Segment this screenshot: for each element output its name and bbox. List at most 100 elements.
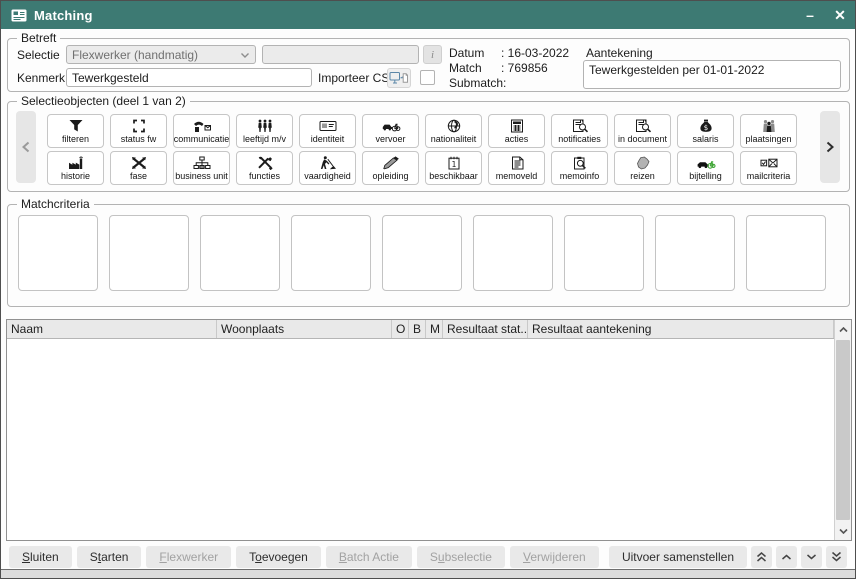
- window-title: Matching: [34, 8, 93, 23]
- previous-page-button[interactable]: [16, 111, 36, 183]
- column-header-resultaat-stat-[interactable]: Resultaat stat...: [443, 320, 528, 338]
- selectieobject-business-unit[interactable]: business unit: [173, 151, 230, 185]
- scroll-up-icon: [839, 327, 848, 333]
- selectieobject-label: communicatie: [174, 134, 230, 144]
- close-button[interactable]: ✕: [825, 1, 855, 29]
- next-page-button[interactable]: [820, 111, 840, 183]
- matchcriteria-slot-1[interactable]: [18, 215, 98, 291]
- column-header-naam[interactable]: Naam: [7, 320, 217, 338]
- org-chart-icon: [192, 156, 212, 170]
- column-header-resultaat-aantekening[interactable]: Resultaat aantekening: [528, 320, 834, 338]
- minimize-button[interactable]: –: [795, 1, 825, 29]
- selectieobject-plaatsingen[interactable]: plaatsingen: [740, 114, 797, 148]
- selectieobject-memoinfo[interactable]: memoinfo: [551, 151, 608, 185]
- scrollbar-thumb[interactable]: [836, 340, 850, 520]
- vertical-scrollbar[interactable]: [834, 320, 851, 540]
- aantekening-input[interactable]: Tewerkgestelden per 01-01-2022: [583, 60, 841, 89]
- selectieobject-nationaliteit[interactable]: nationaliteit: [425, 114, 482, 148]
- chevron-down-button[interactable]: [801, 546, 822, 568]
- selectieobject-filteren[interactable]: filteren: [47, 114, 104, 148]
- selectieobject-memoveld[interactable]: memoveld: [488, 151, 545, 185]
- selectieobject-label: leeftijd m/v: [243, 134, 286, 144]
- chevron-up-button[interactable]: [776, 546, 797, 568]
- selectie-extra-input[interactable]: [262, 45, 419, 64]
- importeer-csv-button[interactable]: [387, 68, 411, 88]
- betreft-legend: Betreft: [17, 31, 60, 45]
- double-chevron-down-button[interactable]: [826, 546, 847, 568]
- sluiten-button[interactable]: Sluiten: [9, 546, 72, 568]
- verwijderen-button[interactable]: Verwijderen: [510, 546, 599, 568]
- car-bike-outline-icon: [381, 119, 401, 133]
- selectieobject-vaardigheid[interactable]: vaardigheid: [299, 151, 356, 185]
- document-search-icon: [633, 119, 653, 133]
- double-chevron-up-button[interactable]: [751, 546, 772, 568]
- selectieobject-notificaties[interactable]: notificaties: [551, 114, 608, 148]
- flexwerker-button[interactable]: Flexwerker: [146, 546, 231, 568]
- selectieobject-salaris[interactable]: $salaris: [677, 114, 734, 148]
- selectieobject-label: reizen: [630, 171, 655, 181]
- matchcriteria-slot-4[interactable]: [291, 215, 371, 291]
- submatch-label: Submatch:: [449, 76, 506, 90]
- selectieobject-historie[interactable]: historie: [47, 151, 104, 185]
- matchcriteria-legend: Matchcriteria: [17, 197, 94, 211]
- matchcriteria-slot-6[interactable]: [473, 215, 553, 291]
- matchcriteria-slots: [18, 215, 826, 291]
- selectieobject-label: fase: [130, 171, 147, 181]
- selectieobject-label: mailcriteria: [747, 171, 791, 181]
- kenmerk-input[interactable]: [66, 68, 312, 87]
- match-label: Match: [449, 61, 482, 75]
- matchcriteria-slot-2[interactable]: [109, 215, 189, 291]
- selectieobject-mailcriteria[interactable]: mailcriteria: [740, 151, 797, 185]
- scroll-down-button[interactable]: [835, 521, 851, 540]
- selectieobject-fase[interactable]: fase: [110, 151, 167, 185]
- importeer-csv-checkbox[interactable]: [420, 70, 435, 85]
- subselectie-button[interactable]: Subselectie: [417, 546, 505, 568]
- selectieobject-identiteit[interactable]: identiteit: [299, 114, 356, 148]
- matchcriteria-slot-8[interactable]: [655, 215, 735, 291]
- selectieobject-opleiding[interactable]: opleiding: [362, 151, 419, 185]
- column-header-o[interactable]: O: [392, 320, 409, 338]
- calendar-icon: 1: [444, 156, 464, 170]
- selectieobject-label: salaris: [692, 134, 718, 144]
- selectieobject-vervoer[interactable]: vervoer: [362, 114, 419, 148]
- chevron-right-icon: [824, 140, 836, 154]
- matchcriteria-slot-7[interactable]: [564, 215, 644, 291]
- uitvoer-samenstellen-button[interactable]: Uitvoer samenstellen: [609, 546, 747, 568]
- selectieobject-label: vaardigheid: [304, 171, 351, 181]
- starten-button[interactable]: Starten: [77, 546, 142, 568]
- selectieobject-label: nationaliteit: [431, 134, 477, 144]
- selectieobject-communicatie[interactable]: communicatie: [173, 114, 230, 148]
- chevron-left-icon: [20, 140, 32, 154]
- scroll-up-button[interactable]: [835, 320, 851, 339]
- move-buttons: [751, 546, 847, 568]
- info-button[interactable]: i: [423, 45, 442, 64]
- selectieobject-beschikbaar[interactable]: 1beschikbaar: [425, 151, 482, 185]
- matchcriteria-slot-5[interactable]: [382, 215, 462, 291]
- people-group-icon: [759, 119, 779, 133]
- selectieobject-label: opleiding: [372, 171, 408, 181]
- matchcriteria-slot-3[interactable]: [200, 215, 280, 291]
- match-value: : 769856: [501, 61, 548, 75]
- selectieobject-bijtelling[interactable]: bijtelling: [677, 151, 734, 185]
- selectieobject-reizen[interactable]: reizen: [614, 151, 671, 185]
- batch-actie-button[interactable]: Batch Actie: [326, 546, 412, 568]
- column-header-woonplaats[interactable]: Woonplaats: [217, 320, 392, 338]
- phone-mail-icon: [192, 119, 212, 133]
- results-table: NaamWoonplaatsOBMResultaat stat...Result…: [6, 319, 852, 541]
- worker-icon: [318, 156, 338, 170]
- selectieobject-acties[interactable]: acties: [488, 114, 545, 148]
- column-header-m[interactable]: M: [426, 320, 443, 338]
- matching-app-icon: [11, 9, 27, 22]
- selectieobject-functies[interactable]: functies: [236, 151, 293, 185]
- window-bottom-edge: [1, 569, 855, 579]
- table-header-row: NaamWoonplaatsOBMResultaat stat...Result…: [7, 320, 834, 339]
- selectieobject-in-document[interactable]: in document: [614, 114, 671, 148]
- selectie-dropdown[interactable]: Flexwerker (handmatig): [66, 45, 256, 64]
- column-header-b[interactable]: B: [409, 320, 426, 338]
- selectieobject-leeftijd-m-v[interactable]: leeftijd m/v: [236, 114, 293, 148]
- selectieobject-status-fw[interactable]: status fw: [110, 114, 167, 148]
- selectieobject-label: bijtelling: [689, 171, 722, 181]
- matchcriteria-slot-9[interactable]: [746, 215, 826, 291]
- toevoegen-button[interactable]: Toevoegen: [236, 546, 321, 568]
- pencil-tool-icon: [381, 156, 401, 170]
